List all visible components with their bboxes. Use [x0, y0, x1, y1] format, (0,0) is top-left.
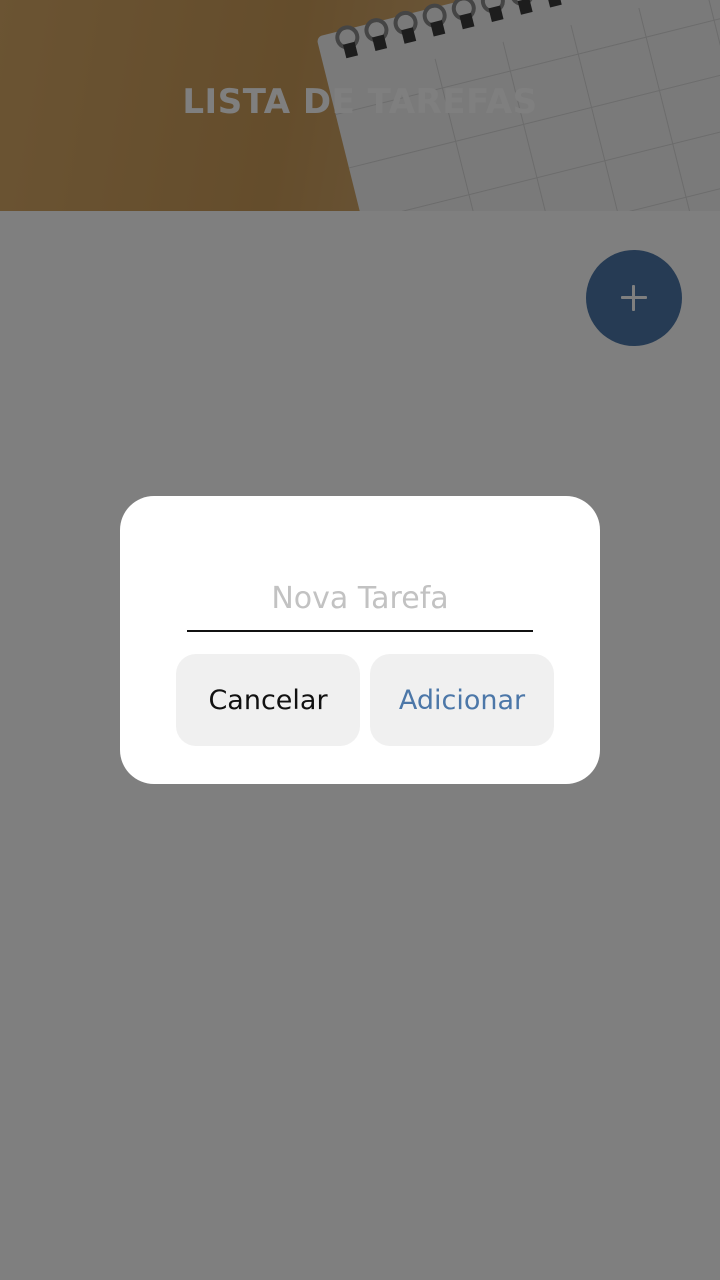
new-task-dialog: Cancelar Adicionar — [120, 496, 600, 784]
new-task-input[interactable] — [187, 566, 533, 632]
cancel-button[interactable]: Cancelar — [176, 654, 360, 746]
add-button[interactable]: Adicionar — [370, 654, 554, 746]
